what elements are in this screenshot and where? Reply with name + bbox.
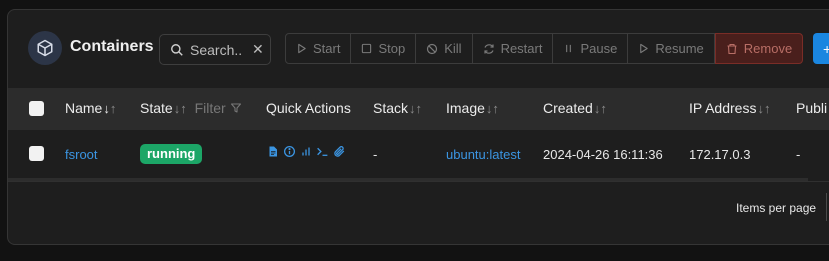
restart-button[interactable]: Restart [472,33,554,64]
select-all-checkbox[interactable] [29,101,44,116]
status-badge: running [140,144,203,164]
ban-icon [426,43,438,55]
plus-icon: + [823,41,829,57]
start-button[interactable]: Start [285,33,352,64]
square-icon [361,43,372,54]
ip-address-cell: 172.17.0.3 [689,147,751,162]
image-link[interactable]: ubuntu:latest [446,147,520,162]
column-header-state[interactable]: State↓↑ Filter [140,100,242,116]
resume-button[interactable]: Resume [628,33,715,64]
column-header-created[interactable]: Created↓↑ [543,100,607,116]
table-row: fsroot running - ubuntu:latest 2024-04-2… [8,130,829,178]
table-header: Name↓↑ State↓↑ Filter Quick Actions Stac… [8,88,829,130]
column-header-ip-address[interactable]: IP Address↓↑ [689,100,770,116]
search-icon [170,43,184,57]
page-title: Containers [70,38,154,55]
sort-icon: ↓↑ [173,101,187,116]
containers-widget: Containers ✕ Start Stop [7,9,829,245]
column-header-image[interactable]: Image↓↑ [446,100,499,116]
sort-icon: ↓↑ [485,101,499,116]
created-cell: 2024-04-26 16:11:36 [543,147,663,162]
logs-icon[interactable] [267,145,279,158]
sort-icon: ↓↑ [757,101,771,116]
clear-search-icon[interactable]: ✕ [252,41,264,58]
cube-icon [28,31,62,65]
published-ports-cell: - [796,147,801,162]
column-header-stack[interactable]: Stack↓↑ [373,100,422,116]
stats-icon[interactable] [300,145,312,158]
items-per-page-label: Items per page [736,201,817,215]
stack-cell: - [373,147,378,162]
row-checkbox[interactable] [29,146,44,161]
play-icon [638,43,649,54]
sort-icon: ↓↑ [103,101,117,116]
play-icon [296,43,307,54]
trash-icon [726,43,738,55]
pause-icon [563,43,574,54]
container-name-link[interactable]: fsroot [65,147,98,162]
console-icon[interactable] [316,145,329,158]
column-header-quick-actions: Quick Actions [266,100,351,116]
stop-button[interactable]: Stop [351,33,417,64]
search-input[interactable] [190,41,248,58]
column-header-published-ports[interactable]: Publi [796,100,827,116]
refresh-icon [483,43,495,55]
state-filter[interactable]: Filter [195,100,242,116]
footer-divider [8,181,829,182]
attach-icon[interactable] [333,145,346,158]
add-container-button[interactable]: + [813,33,829,64]
inspect-icon[interactable] [283,145,296,158]
kill-button[interactable]: Kill [416,33,473,64]
sort-icon: ↓↑ [409,101,423,116]
widget-header: Containers ✕ Start Stop [8,10,829,88]
search-box[interactable]: ✕ [159,34,271,65]
quick-actions [267,145,346,158]
sort-icon: ↓↑ [593,101,607,116]
remove-button[interactable]: Remove [714,33,804,64]
filter-icon [230,100,242,116]
pause-button[interactable]: Pause [553,33,629,64]
container-actions: Start Stop Kill Restart Pause Resume Rem… [285,33,804,64]
column-header-name[interactable]: Name↓↑ [65,100,116,116]
